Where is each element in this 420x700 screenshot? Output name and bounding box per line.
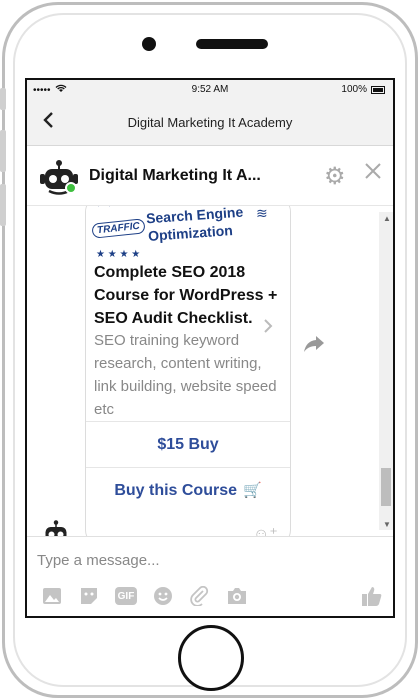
chat-title: Digital Marketing It A... — [89, 167, 261, 184]
page-title: Digital Marketing It Academy — [127, 115, 293, 130]
card-divider — [86, 467, 290, 468]
chat-header: Digital Marketing It A... ⚙ — [27, 148, 393, 206]
message-thread[interactable]: ✦ ✦ TRAFFIC Search Engine Optimization ≋… — [27, 206, 393, 536]
layers-icon: ≋ — [256, 206, 268, 221]
message-composer: GIF — [27, 536, 393, 616]
mute-switch — [0, 88, 6, 110]
close-icon[interactable] — [363, 160, 383, 188]
camera-icon[interactable] — [226, 585, 248, 607]
status-bar: ••••• 9:52 AM 100% — [27, 80, 393, 100]
app-header: Digital Marketing It Academy — [27, 100, 393, 146]
buy-price-button[interactable]: $15 Buy — [86, 423, 290, 467]
share-icon[interactable] — [303, 334, 325, 360]
scrollbar-thumb[interactable] — [381, 468, 391, 506]
composer-toolbar: GIF — [41, 585, 248, 607]
course-card: ✦ ✦ TRAFFIC Search Engine Optimization ≋… — [85, 206, 291, 536]
gif-label: GIF — [115, 587, 137, 605]
phone-screen: ••••• 9:52 AM 100% Digital Marketing It … — [25, 78, 395, 618]
sticker-icon[interactable] — [78, 585, 100, 607]
star-icon: ✦ ✦ — [94, 206, 114, 210]
card-divider — [86, 421, 290, 422]
image-icon[interactable] — [41, 585, 63, 607]
thumbs-up-icon[interactable] — [361, 585, 383, 613]
earpiece-speaker — [196, 39, 268, 49]
bot-avatar-small — [41, 518, 71, 536]
traffic-tag: TRAFFIC — [91, 218, 146, 239]
volume-up-button — [0, 130, 6, 172]
chevron-right-icon[interactable] — [262, 317, 274, 341]
home-button[interactable] — [178, 625, 244, 691]
card-image-seo: ✦ ✦ TRAFFIC Search Engine Optimization ≋… — [86, 206, 290, 267]
card-description: SEO training keyword research, content w… — [94, 332, 277, 418]
volume-down-button — [0, 184, 6, 226]
cart-icon: 🛒 — [243, 482, 262, 499]
gif-icon[interactable]: GIF — [115, 585, 137, 607]
buy-course-label: Buy this Course — [114, 482, 237, 499]
battery-icon — [371, 85, 385, 94]
scroll-up-arrow-icon[interactable]: ▲ — [383, 214, 391, 223]
front-camera — [142, 37, 156, 51]
gear-icon[interactable]: ⚙ — [324, 162, 346, 191]
buy-course-button[interactable]: Buy this Course 🛒 — [86, 469, 290, 513]
status-right: 100% — [341, 84, 385, 95]
status-time: 9:52 AM — [191, 84, 229, 95]
online-status-dot — [65, 182, 77, 194]
scroll-down-arrow-icon[interactable]: ▼ — [383, 520, 391, 529]
emoji-icon[interactable] — [152, 585, 174, 607]
message-input[interactable] — [37, 547, 357, 573]
card-title: Complete SEO 2018 Course for WordPress +… — [94, 264, 278, 327]
stars-decoration-icon: ★ ★ ★ ★ — [96, 249, 141, 260]
attach-icon[interactable] — [189, 585, 211, 607]
emoji-reaction-icon[interactable]: ☺⁺ — [253, 524, 278, 536]
battery-percent: 100% — [341, 84, 367, 95]
